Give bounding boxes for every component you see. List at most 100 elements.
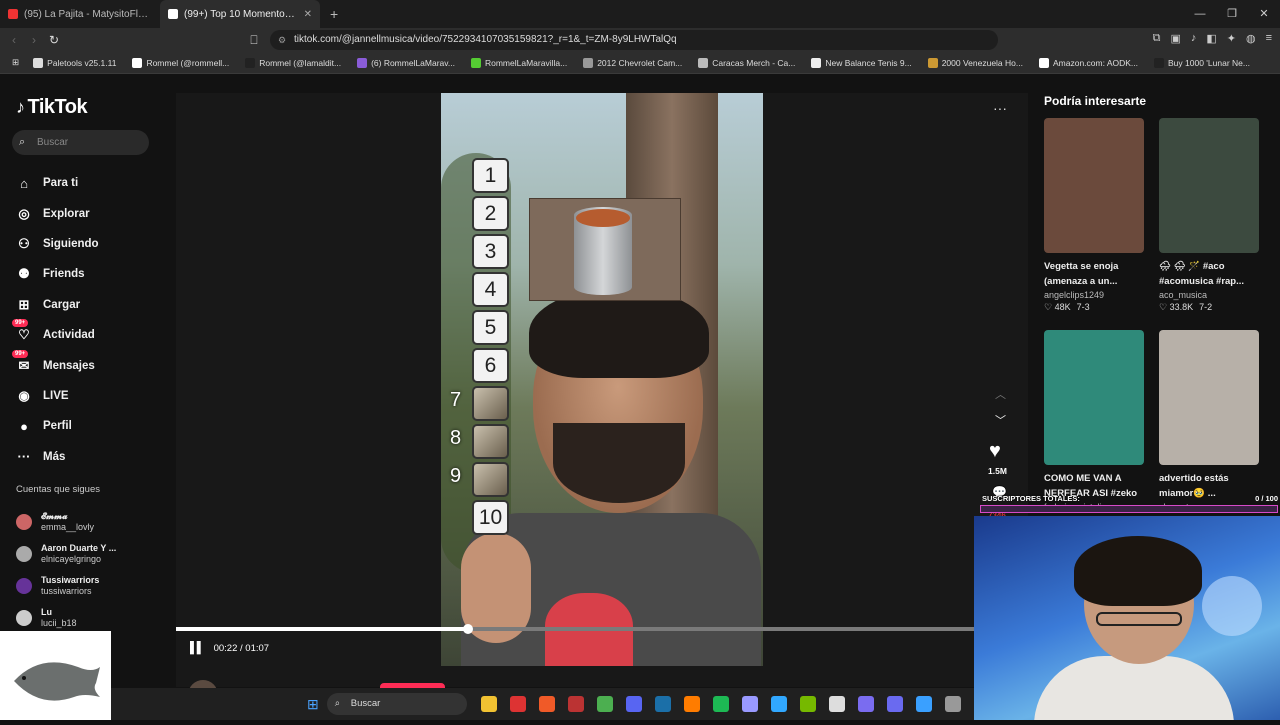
reload-button[interactable]: ↻ <box>44 33 64 47</box>
bookmark-item[interactable]: (6) RommelLaMarav... <box>357 57 455 68</box>
profile-icon[interactable]: ◍ <box>1246 32 1256 45</box>
nav-item-siguiendo[interactable]: ⚇ Siguiendo <box>16 229 98 259</box>
bookmark-label: (6) RommelLaMarav... <box>371 57 455 68</box>
chevron-down-icon[interactable]: ﹀ <box>995 412 1006 428</box>
minimize-button[interactable]: — <box>1184 0 1216 28</box>
rank-label: 9 <box>450 465 462 487</box>
subscriber-goal: SUSCRIPTORES TOTALES: 0 / 100 <box>980 492 1278 516</box>
nav-item-para-ti[interactable]: ⌂ Para ti <box>16 168 99 198</box>
windows-taskbar: ⊞ ⌕ Buscar <box>111 688 974 720</box>
nav-label: Mensajes <box>43 359 95 372</box>
nav-label: Perfil <box>43 420 72 433</box>
following-name: 𝓔𝓶𝓶𝓪 <box>41 511 68 521</box>
chrome-icon[interactable] <box>597 696 614 712</box>
rank-label: 8 <box>450 427 462 449</box>
nav-item-más[interactable]: ··· Más <box>16 442 99 472</box>
discord-icon[interactable] <box>626 696 643 712</box>
bookmark-item[interactable]: RommelLaMaravilla... <box>470 57 567 68</box>
sidebar-icon[interactable]: ◧ <box>1206 32 1216 45</box>
nav-label: Para ti <box>43 177 79 190</box>
extensions-icon[interactable]: ⧉ <box>1153 32 1161 45</box>
brave-icon[interactable] <box>539 696 556 712</box>
bookmark-item[interactable]: 2012 Chevrolet Cam... <box>583 57 682 68</box>
taskbar-search[interactable]: ⌕ Buscar <box>326 693 467 715</box>
bookmark-item[interactable]: Rommel (@lamaldit... <box>245 57 341 68</box>
following-item[interactable]: Aaron Duarte Y ... elnicayelgringo <box>16 538 116 570</box>
compass-icon: ◎ <box>18 205 30 221</box>
nav-item-friends[interactable]: ⚉ Friends <box>16 259 99 289</box>
bookmark-item[interactable]: 2000 Venezuela Ho... <box>927 57 1023 68</box>
video-thumbnail[interactable] <box>1044 330 1144 465</box>
opera-icon[interactable] <box>510 696 527 712</box>
bookmark-item[interactable]: Paletools v25.1.11 <box>33 57 116 68</box>
nav-item-perfil[interactable]: ● Perfil <box>16 411 99 441</box>
like-heart-icon[interactable]: ♥ <box>989 440 1001 463</box>
menu-icon[interactable]: ≡ <box>1266 32 1272 45</box>
site-info-icon[interactable]: ⚙ <box>278 30 286 50</box>
back-button[interactable]: ‹ <box>4 33 24 47</box>
settings-icon[interactable] <box>945 696 962 712</box>
steam-icon[interactable] <box>655 696 672 712</box>
card-title: Vegetta se enoja (amenaza a un... <box>1044 261 1119 287</box>
maximize-button[interactable]: ❐ <box>1216 0 1248 28</box>
progress-fill <box>176 627 468 631</box>
following-item[interactable]: Tussiwarriors tussiwarriors <box>16 570 116 602</box>
video-thumbnail[interactable] <box>1044 118 1144 253</box>
browser-tab[interactable]: (95) La Pajita - MatysitoFlowBakan0 ( <box>0 0 160 28</box>
windows-start-icon[interactable]: ⊞ <box>307 696 319 713</box>
video-frame[interactable]: 1 2 3 4 5 6 7 8 9 10 <box>441 93 763 666</box>
app-m-icon[interactable] <box>568 696 585 712</box>
bookmark-icon[interactable]: ⎕ <box>244 33 264 48</box>
progress-bar[interactable] <box>176 624 974 634</box>
new-tab-button[interactable]: + <box>330 6 338 22</box>
photoshop-icon[interactable] <box>771 696 788 712</box>
nvidia-icon[interactable] <box>800 696 817 712</box>
premiere-icon[interactable] <box>742 696 759 712</box>
nav-item-explorar[interactable]: ◎ Explorar <box>16 198 99 228</box>
files-icon[interactable] <box>481 696 498 712</box>
nav-item-live[interactable]: ◉ LIVE <box>16 381 99 411</box>
address-bar: ‹ › ↻ ⎕ ⚙ tiktok.com/@jannellmusica/vide… <box>0 28 1280 52</box>
recommendation-card[interactable]: 🌧 🌧 🪄 #aco #acomusica #rap... aco_musica ♡… <box>1159 118 1259 313</box>
tiktok-logo[interactable]: ♪ TikTok <box>16 96 88 119</box>
search-input[interactable]: ⌕ Buscar <box>12 130 149 155</box>
illustrator-icon[interactable] <box>684 696 701 712</box>
chevron-up-icon[interactable]: ︿ <box>995 386 1006 402</box>
close-window-button[interactable]: ✕ <box>1248 0 1280 28</box>
nav-item-mensajes[interactable]: ✉ 99+ Mensajes <box>12 349 99 380</box>
leo-icon[interactable]: ✦ <box>1227 32 1236 45</box>
bookmark-item[interactable]: Amazon.com: AODK... <box>1038 57 1138 68</box>
glasses <box>1096 612 1182 626</box>
url-field[interactable]: ⚙ tiktok.com/@jannellmusica/video/752293… <box>270 30 998 50</box>
obs-icon[interactable] <box>829 696 846 712</box>
recommendation-card[interactable]: COMO ME VAN A NERFEAR ASI #zekofedericoc… <box>1044 330 1144 512</box>
video-thumbnail[interactable] <box>1159 118 1259 253</box>
close-tab-icon[interactable]: ✕ <box>304 9 312 20</box>
bookmark-item[interactable]: Buy 1000 'Lunar Ne... <box>1154 57 1250 68</box>
bookmark-item[interactable]: Caracas Merch - Ca... <box>698 57 795 68</box>
apps-icon[interactable]: ⊞ <box>12 57 19 68</box>
music-icon[interactable]: ♪ <box>1191 32 1197 45</box>
following-item[interactable]: Lu lucii_b18 <box>16 602 116 634</box>
pause-icon[interactable]: ▌▌ <box>190 642 205 654</box>
recommendation-card[interactable]: Vegetta se enoja (amenaza a un... angelcl… <box>1044 118 1144 313</box>
following-username: lucii_b18 <box>41 618 77 628</box>
video-thumbnail[interactable] <box>1159 330 1259 465</box>
forward-button[interactable]: › <box>24 33 44 47</box>
more-options-icon[interactable]: ··· <box>993 100 1007 116</box>
like-count: 1.5M <box>988 466 1007 476</box>
more-icon: ··· <box>17 449 31 465</box>
bookmark-item[interactable]: New Balance Tenis 9... <box>811 57 912 68</box>
wallet-icon[interactable]: ▣ <box>1170 32 1180 45</box>
browser-tab-active[interactable]: (99+) Top 10 Momentos Más ✕ <box>160 0 320 28</box>
vpn-icon[interactable] <box>887 696 904 712</box>
spotify-icon[interactable] <box>713 696 730 712</box>
copilot-icon[interactable] <box>858 696 875 712</box>
nav-item-cargar[interactable]: ⊞ Cargar <box>16 290 99 320</box>
url-text: tiktok.com/@jannellmusica/video/75229341… <box>294 34 677 45</box>
bookmark-item[interactable]: Rommel (@rommell... <box>132 57 229 68</box>
app-blue-icon[interactable] <box>916 696 933 712</box>
progress-handle[interactable] <box>462 624 473 634</box>
nav-item-actividad[interactable]: ♡ 99+ Actividad <box>12 319 99 350</box>
following-item[interactable]: 𝓔𝓶𝓶𝓪 emma__lovly <box>16 506 116 538</box>
